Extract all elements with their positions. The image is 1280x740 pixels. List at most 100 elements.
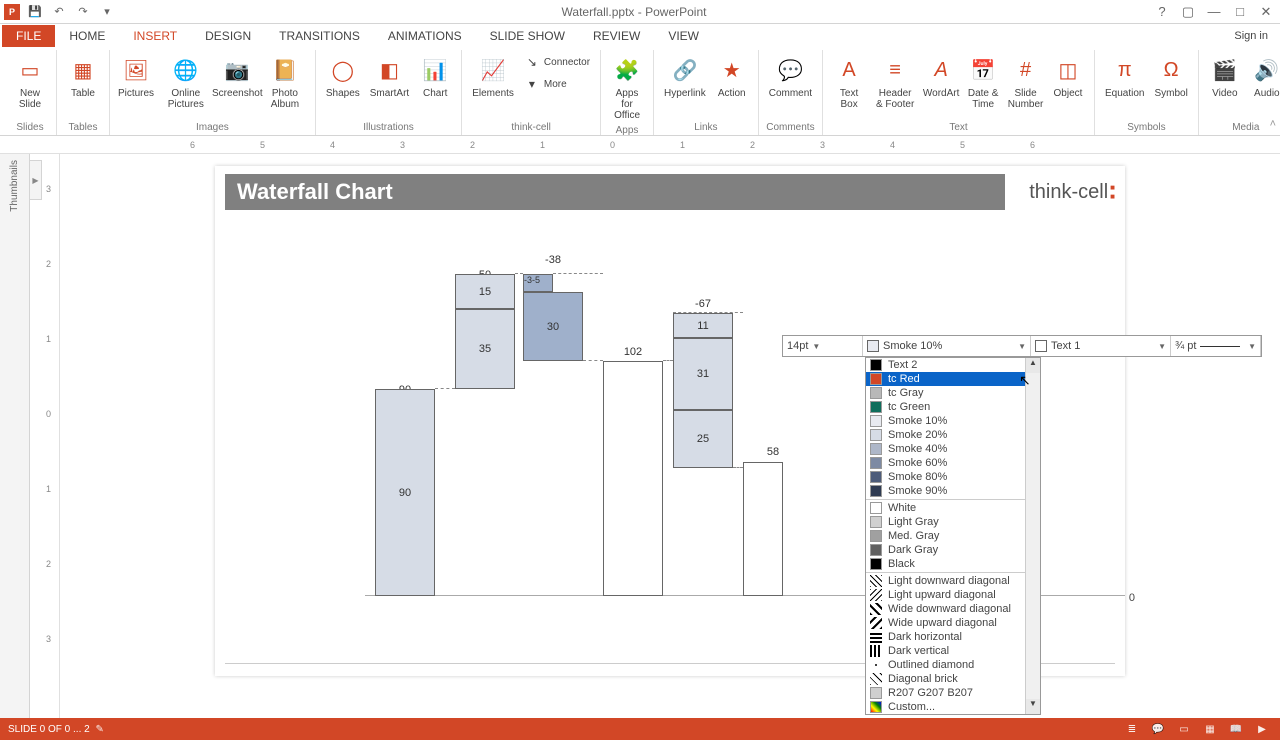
- normal-view-icon[interactable]: ▭: [1174, 721, 1194, 737]
- dropdown-item[interactable]: Wide downward diagonal: [866, 602, 1040, 616]
- new-slide-button[interactable]: ▭New Slide: [10, 52, 50, 112]
- dropdown-item[interactable]: tc Gray: [866, 386, 1040, 400]
- action-button[interactable]: ★Action: [712, 52, 752, 101]
- slideshow-view-icon[interactable]: ▶: [1252, 721, 1272, 737]
- bar-total: -67: [673, 298, 733, 310]
- tab-home[interactable]: HOME: [55, 25, 119, 47]
- qat-customize-icon[interactable]: ▾: [98, 3, 116, 21]
- tab-transitions[interactable]: TRANSITIONS: [265, 25, 374, 47]
- header-footer-button[interactable]: ≡Header & Footer: [871, 52, 919, 112]
- dropdown-item[interactable]: tc Red: [866, 372, 1040, 386]
- dropdown-item[interactable]: Dark horizontal: [866, 630, 1040, 644]
- equation-button[interactable]: πEquation: [1101, 52, 1148, 101]
- dropdown-item[interactable]: Smoke 90%: [866, 484, 1040, 498]
- dropdown-item[interactable]: Light downward diagonal: [866, 574, 1040, 588]
- scroll-up-icon[interactable]: ▲: [1026, 358, 1040, 373]
- fill-color-combo[interactable]: Smoke 10%▼: [863, 336, 1031, 356]
- dropdown-item[interactable]: Dark vertical: [866, 644, 1040, 658]
- bar-segment[interactable]: 90: [375, 389, 435, 596]
- video-button[interactable]: 🎬Video: [1205, 52, 1245, 101]
- comment-button[interactable]: 💬Comment: [765, 52, 816, 101]
- dropdown-item[interactable]: White: [866, 501, 1040, 515]
- bar-segment[interactable]: [603, 361, 663, 596]
- dropdown-item[interactable]: Outlined diamond: [866, 658, 1040, 672]
- bar-segment[interactable]: 30: [523, 292, 583, 361]
- dropdown-item[interactable]: Smoke 10%: [866, 414, 1040, 428]
- close-icon[interactable]: ✕: [1256, 3, 1276, 21]
- pictures-button[interactable]: 🖼Pictures: [116, 52, 156, 101]
- tab-slideshow[interactable]: SLIDE SHOW: [476, 25, 579, 47]
- notes-icon[interactable]: ≣: [1122, 721, 1142, 737]
- dropdown-item[interactable]: Dark Gray: [866, 543, 1040, 557]
- dropdown-item[interactable]: Smoke 40%: [866, 442, 1040, 456]
- dropdown-item[interactable]: Wide upward diagonal: [866, 616, 1040, 630]
- symbol-button[interactable]: ΩSymbol: [1150, 52, 1191, 101]
- comments-icon[interactable]: 💬: [1148, 721, 1168, 737]
- photo-album-button[interactable]: 📔Photo Album: [261, 52, 309, 112]
- save-icon[interactable]: 💾: [26, 3, 44, 21]
- dropdown-item[interactable]: Text 2: [866, 358, 1040, 372]
- table-button[interactable]: ▦Table: [63, 52, 103, 101]
- dropdown-item[interactable]: Med. Gray: [866, 529, 1040, 543]
- chevron-down-icon[interactable]: ▼: [1158, 342, 1166, 351]
- bar-segment[interactable]: 35: [455, 309, 515, 389]
- minimize-icon[interactable]: —: [1204, 3, 1224, 21]
- audio-button[interactable]: 🔊Audio: [1247, 52, 1280, 101]
- maximize-icon[interactable]: □: [1230, 3, 1250, 21]
- hyperlink-button[interactable]: 🔗Hyperlink: [660, 52, 710, 101]
- dropdown-item[interactable]: Smoke 80%: [866, 470, 1040, 484]
- tab-design[interactable]: DESIGN: [191, 25, 265, 47]
- chevron-down-icon[interactable]: ▼: [812, 342, 820, 351]
- online-pictures-button[interactable]: 🌐Online Pictures: [158, 52, 214, 112]
- wordart-button[interactable]: AWordArt: [921, 52, 961, 101]
- dropdown-item[interactable]: Custom...: [866, 700, 1040, 714]
- apps-button[interactable]: 🧩Apps for Office: [607, 52, 647, 123]
- slide-number-button[interactable]: #Slide Number: [1005, 52, 1046, 112]
- scroll-down-icon[interactable]: ▼: [1026, 699, 1040, 714]
- help-icon[interactable]: ?: [1152, 3, 1172, 21]
- tab-insert[interactable]: INSERT: [119, 25, 191, 47]
- sorter-view-icon[interactable]: ▦: [1200, 721, 1220, 737]
- dropdown-item[interactable]: Black: [866, 557, 1040, 571]
- dropdown-item[interactable]: Smoke 20%: [866, 428, 1040, 442]
- redo-icon[interactable]: ↷: [74, 3, 92, 21]
- ribbon-collapse-icon[interactable]: ˄: [1270, 118, 1276, 130]
- dropdown-item[interactable]: Light upward diagonal: [866, 588, 1040, 602]
- dropdown-item[interactable]: Light Gray: [866, 515, 1040, 529]
- tab-review[interactable]: REVIEW: [579, 25, 654, 47]
- bar-segment[interactable]: 11: [673, 313, 733, 338]
- thumbnails-expand-icon[interactable]: ▶: [30, 160, 42, 200]
- chart-button[interactable]: 📊Chart: [415, 52, 455, 101]
- dropdown-item[interactable]: Smoke 60%: [866, 456, 1040, 470]
- tab-view[interactable]: VIEW: [654, 25, 713, 47]
- elements-button[interactable]: 📈Elements: [468, 52, 518, 101]
- dropdown-item[interactable]: Diagonal brick: [866, 672, 1040, 686]
- undo-icon[interactable]: ↶: [50, 3, 68, 21]
- bar-segment[interactable]: 15: [455, 274, 515, 309]
- chevron-down-icon[interactable]: ▼: [1248, 342, 1256, 351]
- connector-button[interactable]: ↘Connector: [520, 52, 594, 72]
- more-button[interactable]: ▾More: [520, 74, 594, 94]
- object-button[interactable]: ◫Object: [1048, 52, 1088, 101]
- signin-link[interactable]: Sign in: [1222, 26, 1280, 46]
- font-size-combo[interactable]: 14pt▼: [783, 336, 863, 356]
- bar-segment[interactable]: -3-5: [523, 274, 553, 292]
- tab-animations[interactable]: ANIMATIONS: [374, 25, 476, 47]
- tab-file[interactable]: FILE: [2, 25, 55, 47]
- ribbon-display-icon[interactable]: ▢: [1178, 3, 1198, 21]
- text-color-combo[interactable]: Text 1▼: [1031, 336, 1171, 356]
- line-weight-combo[interactable]: ¾ pt ▼: [1171, 336, 1261, 356]
- bar-segment[interactable]: 25: [673, 410, 733, 468]
- bar-segment[interactable]: [743, 462, 783, 596]
- dropdown-item[interactable]: R207 G207 B207: [866, 686, 1040, 700]
- chevron-down-icon[interactable]: ▼: [1018, 342, 1026, 351]
- screenshot-button[interactable]: 📷Screenshot: [216, 52, 259, 101]
- textbox-button[interactable]: AText Box: [829, 52, 869, 112]
- bar-segment[interactable]: 31: [673, 338, 733, 410]
- spellcheck-icon[interactable]: ✎: [90, 721, 110, 737]
- smartart-button[interactable]: ◧SmartArt: [366, 52, 413, 101]
- shapes-button[interactable]: ◯Shapes: [322, 52, 364, 101]
- reading-view-icon[interactable]: 📖: [1226, 721, 1246, 737]
- datetime-button[interactable]: 📅Date & Time: [963, 52, 1003, 112]
- dropdown-item[interactable]: tc Green: [866, 400, 1040, 414]
